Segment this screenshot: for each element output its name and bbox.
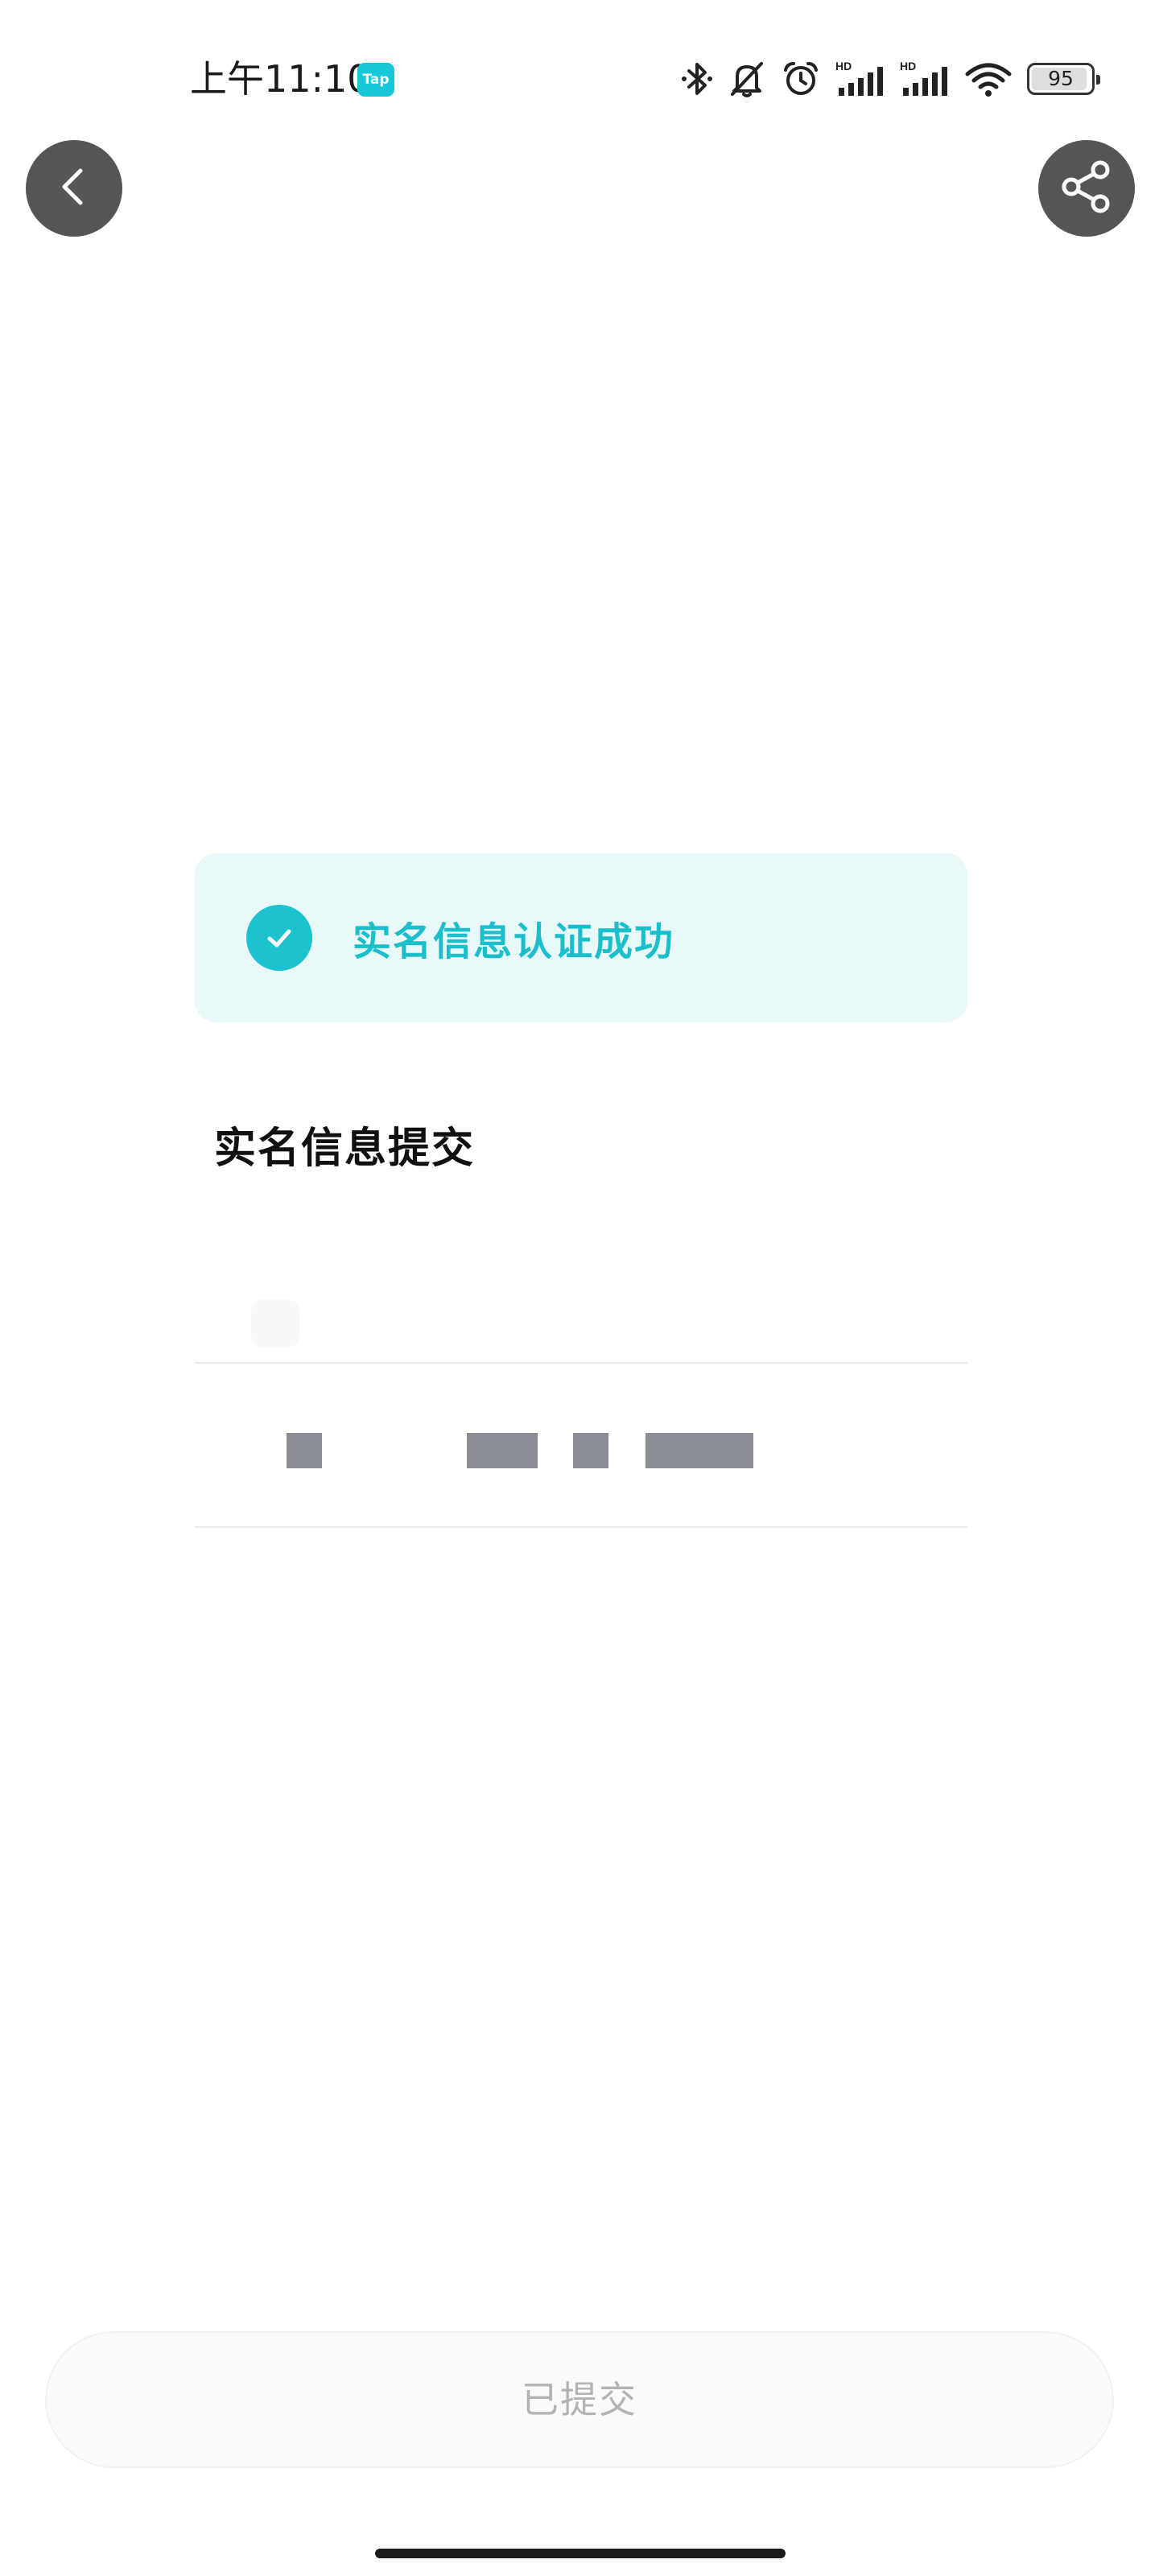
- battery-icon: 95: [1027, 63, 1100, 95]
- signal-hd-1-icon: HD: [835, 59, 885, 99]
- back-button[interactable]: [26, 140, 122, 237]
- share-button[interactable]: [1038, 140, 1135, 237]
- redacted-block: [287, 1433, 322, 1468]
- alarm-icon: [781, 59, 821, 99]
- redacted-block: [467, 1433, 538, 1468]
- tap-app-badge: Tap: [357, 63, 394, 97]
- signal-hd-2-icon: HD: [900, 59, 950, 99]
- mute-icon: [728, 59, 766, 99]
- redacted-placeholder: [251, 1299, 299, 1348]
- status-time: 上午11:10: [190, 57, 371, 101]
- hd-label: HD: [835, 60, 852, 72]
- status-icons: HD HD 95: [681, 55, 1100, 103]
- id-number-field-row: [195, 1368, 967, 1528]
- redacted-block: [573, 1433, 608, 1468]
- submitted-button[interactable]: 已提交: [45, 2331, 1114, 2468]
- bluetooth-icon: [681, 60, 713, 98]
- battery-cap: [1096, 75, 1100, 85]
- share-icon: [1058, 159, 1115, 218]
- redacted-block: [645, 1433, 753, 1468]
- verification-success-banner: 实名信息认证成功: [195, 853, 967, 1022]
- battery-level: 95: [1048, 67, 1074, 90]
- status-bar: 上午11:10 Tap HD HD 95: [0, 0, 1159, 153]
- name-field-row: [195, 1204, 967, 1364]
- success-message: 实名信息认证成功: [353, 919, 675, 964]
- check-circle-icon: [246, 905, 312, 971]
- chevron-left-icon: [52, 164, 97, 213]
- home-indicator[interactable]: [375, 2549, 786, 2558]
- section-title: 实名信息提交: [214, 1125, 476, 1173]
- hd-label: HD: [900, 60, 916, 72]
- wifi-icon: [964, 60, 1013, 98]
